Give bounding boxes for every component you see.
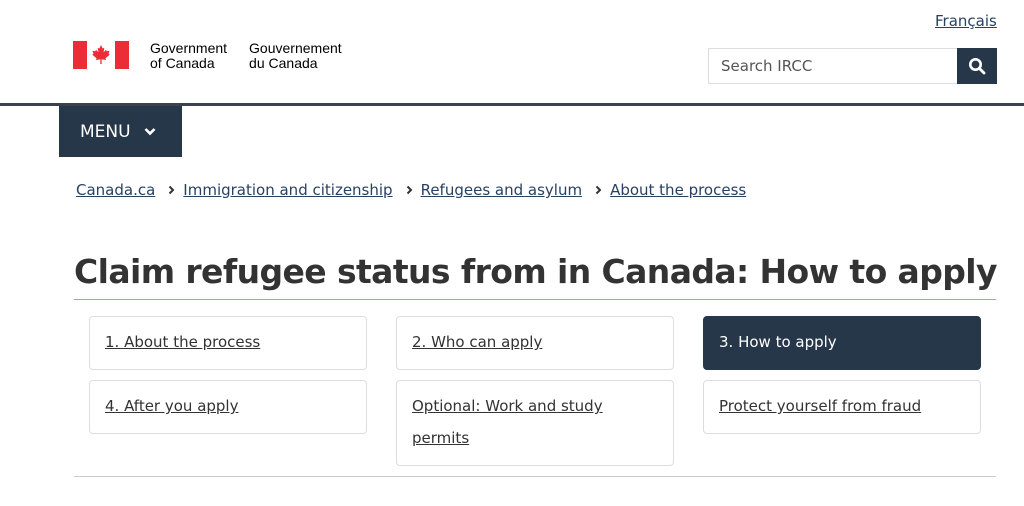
brand-english-line2: of Canada xyxy=(150,55,215,71)
chevron-right-icon xyxy=(168,185,175,195)
step-link[interactable]: 1. About the process xyxy=(105,326,351,358)
step-card-work-study-permits[interactable]: Optional: Work and study permits xyxy=(396,380,674,466)
step-card-how-to-apply-current[interactable]: 3. How to apply xyxy=(703,316,981,370)
breadcrumb-link-canada[interactable]: Canada.ca xyxy=(76,181,155,199)
step-link[interactable]: 4. After you apply xyxy=(105,390,351,422)
brand-english-line1: Government xyxy=(150,40,228,56)
title-underline xyxy=(74,299,996,300)
step-link[interactable]: Protect yourself from fraud xyxy=(719,390,965,422)
canada-flag-icon xyxy=(73,41,129,69)
current-step-label: 3. How to apply xyxy=(719,333,837,351)
step-card-protect-from-fraud[interactable]: Protect yourself from fraud xyxy=(703,380,981,434)
menu-label: MENU xyxy=(80,121,131,142)
main-menu-button[interactable]: MENU xyxy=(59,106,182,157)
page-title: Claim refugee status from in Canada: How… xyxy=(74,252,997,291)
chevron-down-icon xyxy=(144,127,156,136)
step-card-about-process[interactable]: 1. About the process xyxy=(89,316,367,370)
search-input[interactable] xyxy=(708,48,957,84)
chevron-right-icon xyxy=(595,185,602,195)
language-toggle-link[interactable]: Français xyxy=(935,12,997,30)
brand-french-line2: du Canada xyxy=(249,55,318,71)
chevron-right-icon xyxy=(406,185,413,195)
step-card-after-you-apply[interactable]: 4. After you apply xyxy=(89,380,367,434)
breadcrumb-link-about-process[interactable]: About the process xyxy=(610,181,746,199)
search-icon xyxy=(968,57,986,75)
brand-french-line1: Gouvernement xyxy=(249,40,342,56)
breadcrumb-link-refugees[interactable]: Refugees and asylum xyxy=(421,181,582,199)
government-of-canada-signature[interactable]: Government of Canada Gouvernement du Can… xyxy=(73,41,342,71)
step-card-who-can-apply[interactable]: 2. Who can apply xyxy=(396,316,674,370)
step-link[interactable]: Optional: Work and study permits xyxy=(412,390,658,454)
brand-english: Government of Canada xyxy=(150,41,227,71)
search-form xyxy=(708,48,997,84)
breadcrumb: Canada.ca Immigration and citizenship Re… xyxy=(76,181,746,199)
breadcrumb-link-immigration[interactable]: Immigration and citizenship xyxy=(183,181,392,199)
search-button[interactable] xyxy=(957,48,997,84)
step-link[interactable]: 2. Who can apply xyxy=(412,326,658,358)
section-divider xyxy=(74,476,996,477)
brand-french: Gouvernement du Canada xyxy=(249,41,342,71)
